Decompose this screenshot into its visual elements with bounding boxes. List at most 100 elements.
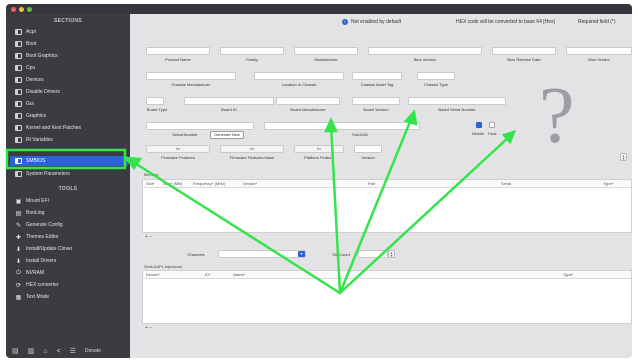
serial-number-field[interactable] [146, 122, 254, 130]
donate-label[interactable]: Donate [85, 348, 101, 354]
tool-install-drivers[interactable]: ⬇ Install Drivers [10, 256, 128, 266]
list-icon [15, 41, 22, 47]
list-icon [15, 65, 22, 71]
serial-number-label: Serial Number [172, 132, 198, 137]
board-id-field[interactable] [184, 97, 274, 105]
column-header[interactable]: Type* [603, 181, 613, 186]
sections-heading: SECTIONS [54, 18, 82, 24]
firmware-features-mask-field[interactable]: 0x [220, 145, 284, 153]
minimize-window-button[interactable] [19, 7, 24, 12]
column-header[interactable]: Frequency* (MHz) [193, 181, 225, 186]
disk-icon: ▣ [15, 198, 22, 205]
chassis-type-field[interactable] [417, 72, 455, 80]
firmware-features-mask-label: Firmware Features Mask [229, 155, 275, 160]
sidebar-item-acpi[interactable]: Acpi [10, 27, 128, 37]
board-version-field[interactable] [352, 97, 400, 105]
chassis-asset-tag-field[interactable] [352, 72, 402, 80]
slotcount-field[interactable] [358, 250, 388, 258]
column-header[interactable]: Part [368, 181, 375, 186]
firmware-features-label: Firmware Features [161, 155, 195, 160]
column-header[interactable]: Name* [233, 272, 245, 277]
manufacturer-label: Manufacturer [314, 57, 338, 62]
platform-feature-field[interactable]: 0x [294, 145, 344, 153]
required-note: Required field (*) [578, 19, 616, 25]
panel-scroll-stepper[interactable]: ▴ ▾ [620, 153, 627, 161]
bios-version-field[interactable] [368, 47, 482, 55]
chassis-manufacturer-field[interactable] [146, 72, 236, 80]
share-icon[interactable]: < [56, 348, 60, 355]
pencil-icon: ✎ [15, 222, 22, 229]
add-remove-slot-icon[interactable]: + − [145, 325, 152, 331]
slots-table[interactable]: Device* ID* Name* Type* [142, 270, 632, 324]
save-icon[interactable]: ▥ [28, 347, 35, 355]
zoom-window-button[interactable] [27, 7, 32, 12]
sidebar-item-gui[interactable]: Gui [10, 99, 128, 109]
memory-table-header: Slot* Size* (MB) Frequency* (MHz) Vendor… [143, 180, 631, 188]
family-label: Family [246, 57, 258, 62]
memory-table[interactable]: Slot* Size* (MB) Frequency* (MHz) Vendor… [142, 179, 632, 233]
sidebar-item-cpu[interactable]: Cpu [10, 63, 128, 73]
unknown-model-image: ? [539, 72, 575, 160]
tool-themes-editor[interactable]: ✚ Themes Editor [10, 232, 128, 242]
column-header[interactable]: Size* (MB) [163, 181, 182, 186]
sidebar-item-rt-variables[interactable]: Rt Variables [10, 135, 128, 145]
generate-new-button[interactable]: Generate New [210, 131, 244, 139]
column-header[interactable]: Slot* [146, 181, 154, 186]
sidebar-item-devices[interactable]: Devices [10, 75, 128, 85]
slots-table-footer: + − [142, 324, 632, 332]
family-field[interactable] [220, 47, 284, 55]
version-field[interactable] [354, 145, 382, 153]
list-icon [15, 171, 22, 177]
donate-icon[interactable]: ☰ [70, 347, 76, 355]
trust-checkbox[interactable] [489, 122, 495, 128]
list-icon [15, 113, 22, 119]
chassis-asset-tag-label: Chassis Asset Tag [360, 82, 394, 87]
manufacturer-field[interactable] [294, 47, 358, 55]
sidebar-item-boot[interactable]: Boot [10, 39, 128, 49]
sidebar-item-smbios[interactable]: SMBIOS [10, 156, 128, 166]
not-enabled-note: Not enabled by default [351, 19, 402, 25]
sidebar-item-disable-drivers[interactable]: Disable Drivers [10, 87, 128, 97]
list-icon [15, 29, 22, 35]
channels-label: Channels [187, 252, 205, 257]
product-name-field[interactable] [146, 47, 210, 55]
column-header[interactable]: Device* [146, 272, 160, 277]
board-serial-number-label: Board Serial Number [438, 107, 476, 112]
column-header[interactable]: Serial [501, 181, 511, 186]
tool-generate-config[interactable]: ✎ Generate Config [10, 220, 128, 230]
board-serial-number-field[interactable] [408, 97, 506, 105]
board-manufacturer-field[interactable] [276, 97, 340, 105]
mobile-label: Mobile [472, 131, 484, 136]
sidebar-item-boot-graphics[interactable]: Boot Graphics [10, 51, 128, 61]
sidebar-item-system-parameters[interactable]: System Parameters [10, 169, 128, 179]
location-in-chassis-field[interactable] [254, 72, 344, 80]
home-icon[interactable]: ⌂ [43, 348, 47, 355]
tool-text-mode[interactable]: ▦ Text Mode [10, 292, 128, 302]
chassis-manufacturer-label: Chassis Manufacturer [171, 82, 211, 87]
bios-vendor-field[interactable] [566, 47, 632, 55]
tool-mount-efi[interactable]: ▣ Mount EFI [10, 196, 128, 206]
mobile-checkbox[interactable] [476, 122, 482, 128]
grid-icon: ▦ [15, 294, 22, 301]
open-icon[interactable]: ▤ [12, 347, 19, 355]
close-window-button[interactable] [11, 7, 16, 12]
board-type-field[interactable] [146, 97, 164, 105]
tool-hex-converter[interactable]: ⟳ HEX converter [10, 280, 128, 290]
list-icon [15, 137, 22, 143]
add-remove-memory-icon[interactable]: + − [145, 234, 152, 240]
smuuid-field[interactable] [264, 122, 420, 130]
bios-release-date-field[interactable] [492, 47, 556, 55]
tool-boot-log[interactable]: ▤ Boot.log [10, 208, 128, 218]
list-icon [15, 77, 22, 83]
slots-table-header: Device* ID* Name* Type* [143, 271, 631, 279]
tool-install-update-clover[interactable]: ⬇ Install/Update Clover [10, 244, 128, 254]
sidebar-item-kernel-kext-patches[interactable]: Kernel and Kext Patches [10, 123, 128, 133]
column-header[interactable]: Vendor* [243, 181, 257, 186]
column-header[interactable]: Type* [563, 272, 573, 277]
column-header[interactable]: ID* [205, 272, 211, 277]
firmware-features-field[interactable]: 0x [146, 145, 210, 153]
tool-nvram[interactable]: ⏻ NVRAM [10, 268, 128, 278]
sidebar-item-graphics[interactable]: Graphics [10, 111, 128, 121]
channels-select[interactable]: ▾ [218, 250, 306, 258]
slotcount-stepper[interactable]: ▴ ▾ [388, 250, 395, 258]
